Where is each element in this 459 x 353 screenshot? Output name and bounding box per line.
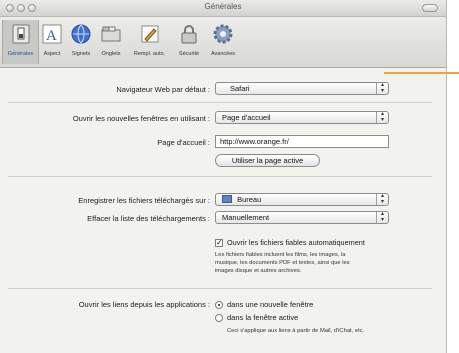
title-bar: Générales bbox=[0, 0, 446, 17]
new-window-radio[interactable] bbox=[215, 301, 223, 309]
tab-signets[interactable]: Signets bbox=[67, 20, 95, 64]
downloads-location-label: Enregistrer les fichiers téléchargés sur… bbox=[78, 196, 210, 205]
popup-arrows-icon: ▴ ▾ bbox=[376, 193, 388, 205]
tab-onglets[interactable]: Onglets bbox=[96, 20, 126, 64]
folder-icon bbox=[222, 195, 232, 203]
window-title: Générales bbox=[204, 2, 242, 11]
preferences-window: Générales Générales A Aspect Signets Ong… bbox=[0, 0, 447, 353]
general-preferences-pane: Navigateur Web par défaut : Safari ▴ ▾ Ou… bbox=[0, 68, 446, 353]
tab-aspect[interactable]: A Aspect bbox=[38, 20, 66, 64]
open-links-label: Ouvrir les liens depuis les applications… bbox=[78, 300, 210, 309]
preferences-toolbar: Générales A Aspect Signets Onglets Rempl… bbox=[0, 17, 446, 68]
default-browser-label: Navigateur Web par défaut : bbox=[116, 85, 210, 94]
open-safe-files-label[interactable]: Ouvrir les fichiers fiables automatiquem… bbox=[227, 238, 365, 247]
active-window-radio[interactable] bbox=[215, 314, 223, 322]
clear-downloads-label: Effacer la liste des téléchargements : bbox=[87, 214, 210, 223]
popup-arrows-icon: ▴ ▾ bbox=[376, 111, 388, 123]
callout-pointer-line bbox=[384, 72, 459, 74]
tabs-icon bbox=[101, 26, 121, 42]
active-window-option-label[interactable]: dans la fenêtre active bbox=[227, 313, 298, 322]
open-links-note: Ceci s'applique aux liens à partir de Ma… bbox=[227, 328, 365, 334]
new-windows-label: Ouvrir les nouvelles fenêtres en utilisa… bbox=[72, 114, 210, 123]
clear-downloads-value: Manuellement bbox=[222, 213, 270, 222]
homepage-label: Page d'accueil : bbox=[157, 138, 210, 147]
lock-icon bbox=[181, 25, 197, 44]
default-browser-value: Safari bbox=[230, 84, 250, 93]
downloads-location-popup[interactable]: Bureau ▴ ▾ bbox=[215, 193, 389, 206]
svg-text:A: A bbox=[46, 28, 57, 44]
new-windows-value: Page d'accueil bbox=[222, 113, 271, 122]
open-safe-files-note: Les fichiers fiables incluent les films,… bbox=[215, 252, 350, 275]
new-windows-popup[interactable]: Page d'accueil ▴ ▾ bbox=[215, 111, 389, 124]
tab-rempl-auto[interactable]: Rempl. auto. bbox=[127, 20, 172, 64]
separator bbox=[8, 102, 432, 103]
open-safe-files-checkbox[interactable]: ✓ bbox=[215, 239, 223, 247]
clear-downloads-popup[interactable]: Manuellement ▴ ▾ bbox=[215, 211, 389, 224]
homepage-input[interactable]: http://www.orange.fr/ bbox=[215, 135, 389, 148]
tab-avancees[interactable]: Avancées bbox=[206, 20, 240, 64]
downloads-location-value: Bureau bbox=[237, 195, 262, 204]
default-browser-popup[interactable]: Safari ▴ ▾ bbox=[215, 82, 389, 95]
new-window-option-label[interactable]: dans une nouvelle fenêtre bbox=[227, 300, 313, 309]
popup-arrows-icon: ▴ ▾ bbox=[376, 211, 388, 223]
use-current-page-button[interactable]: Utiliser la page active bbox=[215, 154, 320, 167]
tab-securite[interactable]: Sécurité bbox=[173, 20, 205, 64]
popup-arrows-icon: ▴ ▾ bbox=[376, 82, 388, 94]
pencil-icon bbox=[141, 25, 158, 43]
toolbar-toggle-button[interactable] bbox=[422, 4, 438, 12]
font-icon: A bbox=[42, 24, 62, 44]
gear-icon bbox=[213, 24, 233, 44]
globe-icon bbox=[71, 24, 91, 44]
switch-icon bbox=[12, 24, 29, 44]
tab-generales[interactable]: Générales bbox=[2, 20, 39, 64]
separator bbox=[8, 176, 432, 177]
separator bbox=[8, 288, 432, 289]
